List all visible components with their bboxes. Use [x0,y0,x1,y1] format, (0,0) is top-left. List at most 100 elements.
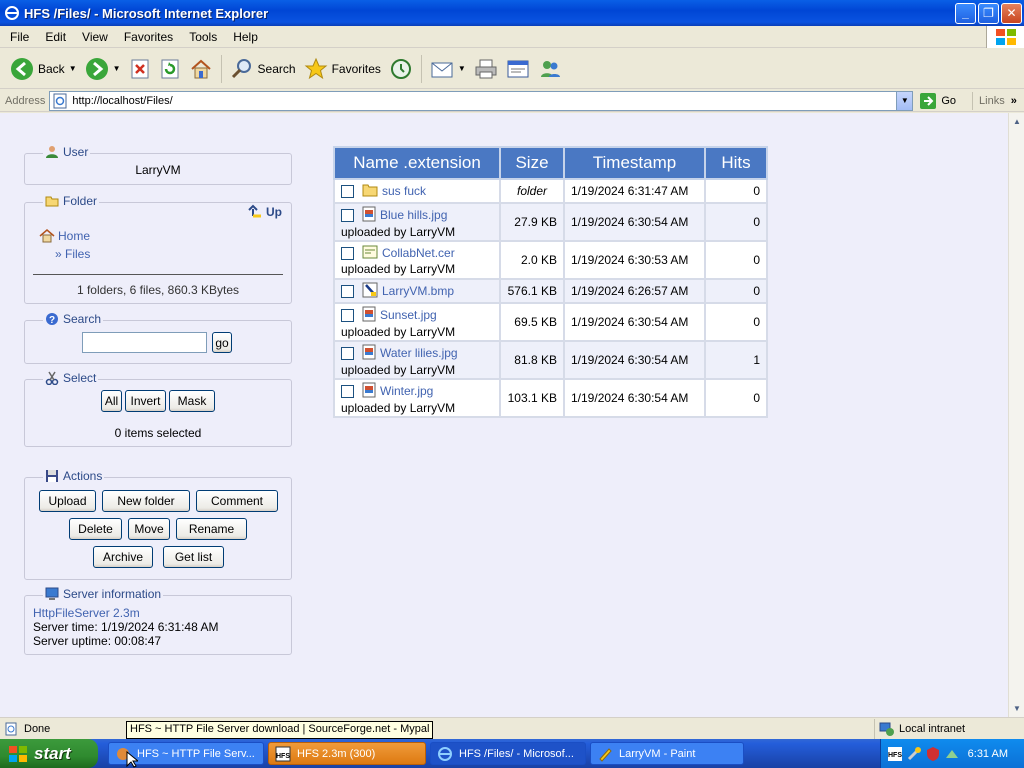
address-input[interactable]: http://localhost/Files/ ▼ [49,90,914,111]
go-button[interactable]: Go [919,92,956,110]
menu-view[interactable]: View [74,30,116,44]
messenger-button[interactable] [534,52,566,86]
row-checkbox[interactable] [341,184,354,198]
go-arrow-icon [920,92,937,109]
rename-button[interactable]: Rename [176,518,247,540]
search-button[interactable]: Search [226,52,300,86]
column-header-timestamp[interactable]: Timestamp [563,146,706,180]
forward-button[interactable]: ▼ [81,52,125,86]
get-list-button[interactable]: Get list [163,546,224,568]
row-checkbox[interactable] [341,284,354,298]
row-checkbox[interactable] [341,208,354,222]
mail-button[interactable]: ▼ [426,52,470,86]
task-internet-explorer[interactable]: HFS /Files/ - Microsof... [430,742,586,765]
network-tray-icon[interactable] [944,746,960,762]
server-version-link[interactable]: HttpFileServer 2.3m [33,606,140,620]
taskbar: start HFS ~ HTTP File Serv... HFS HFS 2.… [0,739,1024,768]
move-button[interactable]: Move [128,518,170,540]
table-row[interactable]: LarryVM.bmp 576.1 KB 1/19/2024 6:26:57 AM 0 [333,278,768,304]
table-row[interactable]: Winter.jpg uploaded by LarryVM 103.1 KB 1/1… [333,378,768,418]
stop-button[interactable] [125,52,155,86]
file-link[interactable]: sus fuck [382,184,426,198]
row-checkbox[interactable] [341,308,354,322]
scroll-up-icon[interactable]: ▲ [1010,114,1024,129]
menu-favorites[interactable]: Favorites [116,30,181,44]
minimize-button[interactable]: _ [955,2,976,24]
select-all-button[interactable]: All [101,390,122,412]
task-paint[interactable]: LarryVM - Paint [590,742,744,765]
address-dropdown-icon[interactable]: ▼ [896,91,913,110]
history-button[interactable] [385,52,417,86]
file-link[interactable]: LarryVM.bmp [382,284,454,298]
file-timestamp-cell: 1/19/2024 6:30:53 AM [563,240,706,280]
menu-edit[interactable]: Edit [37,30,74,44]
forward-arrow-icon [85,57,108,80]
row-checkbox[interactable] [341,384,354,398]
uploader-text: uploaded by LarryVM [341,261,456,276]
close-button[interactable]: ✕ [1001,2,1022,24]
column-header-name[interactable]: Name .extension [333,146,501,180]
file-timestamp-cell: 1/19/2024 6:30:54 AM [563,340,706,380]
file-link[interactable]: Sunset.jpg [380,308,437,322]
current-folder-link[interactable]: » Files [55,247,90,261]
table-row[interactable]: Water lilies.jpg uploaded by LarryVM 81.8 … [333,340,768,380]
security-shield-icon[interactable] [925,746,941,762]
task-hfs-server[interactable]: HFS HFS 2.3m (300) [268,742,426,765]
row-checkbox[interactable] [341,346,354,360]
invert-selection-button[interactable]: Invert [125,390,166,412]
scroll-down-icon[interactable]: ▼ [1010,701,1024,716]
printer-icon [475,59,497,78]
home-link[interactable]: Home [39,228,90,244]
start-button[interactable]: start [0,739,98,768]
file-rows: sus fuck folder 1/19/2024 6:31:47 AM 0 Blue … [333,178,768,418]
folder-legend: Folder [43,194,100,208]
search-input[interactable] [82,332,207,353]
restore-button[interactable]: ❐ [978,2,999,24]
menu-tools[interactable]: Tools [181,30,225,44]
vertical-scrollbar[interactable]: ▲ ▼ [1008,113,1024,717]
links-button[interactable]: Links [979,95,1005,107]
search-go-button[interactable]: go [212,332,232,353]
file-link[interactable]: Winter.jpg [380,384,433,398]
upload-button[interactable]: Upload [39,490,96,512]
edit-button[interactable] [502,52,534,86]
user-name: LarryVM [135,163,181,177]
mask-button[interactable]: Mask [169,390,215,412]
menu-file[interactable]: File [2,30,37,44]
forward-dropdown-icon[interactable]: ▼ [113,64,121,73]
delete-button[interactable]: Delete [69,518,122,540]
up-link[interactable]: Up [247,204,282,220]
file-link[interactable]: Water lilies.jpg [380,346,458,360]
image-file-icon [362,382,376,401]
file-size-cell: 576.1 KB [499,278,565,304]
file-link[interactable]: Blue hills.jpg [380,208,447,222]
archive-button[interactable]: Archive [93,546,153,568]
window-title-bar[interactable]: HFS /Files/ - Microsoft Internet Explore… [0,0,1024,26]
file-name-cell: LarryVM.bmp [333,278,501,304]
home-button[interactable] [185,52,217,86]
table-row[interactable]: CollabNet.cer uploaded by LarryVM 2.0 KB 1/… [333,240,768,280]
refresh-button[interactable] [155,52,185,86]
table-row[interactable]: Sunset.jpg uploaded by LarryVM 69.5 KB 1/19… [333,302,768,342]
new-folder-button[interactable]: New folder [102,490,190,512]
tools-tray-icon[interactable] [906,746,922,762]
toolbar-separator [420,54,422,83]
table-row[interactable]: sus fuck folder 1/19/2024 6:31:47 AM 0 [333,178,768,204]
favorites-star-icon [304,57,327,79]
column-header-hits[interactable]: Hits [704,146,768,180]
uploader-text: uploaded by LarryVM [341,324,456,339]
row-checkbox[interactable] [341,246,354,260]
mail-icon [431,62,453,77]
table-row[interactable]: Blue hills.jpg uploaded by LarryVM 27.9 KB… [333,202,768,242]
menu-help[interactable]: Help [225,30,266,44]
mail-dropdown-icon[interactable]: ▼ [458,64,466,73]
back-button[interactable]: Back ▼ [6,52,81,86]
comment-button[interactable]: Comment [196,490,278,512]
file-link[interactable]: CollabNet.cer [382,246,455,260]
print-button[interactable] [470,52,502,86]
hfs-tray-icon[interactable]: HFS [887,746,903,762]
links-chevron-icon[interactable]: » [1011,95,1017,107]
back-dropdown-icon[interactable]: ▼ [69,64,77,73]
favorites-button[interactable]: Favorites [300,52,385,86]
column-header-size[interactable]: Size [499,146,565,180]
